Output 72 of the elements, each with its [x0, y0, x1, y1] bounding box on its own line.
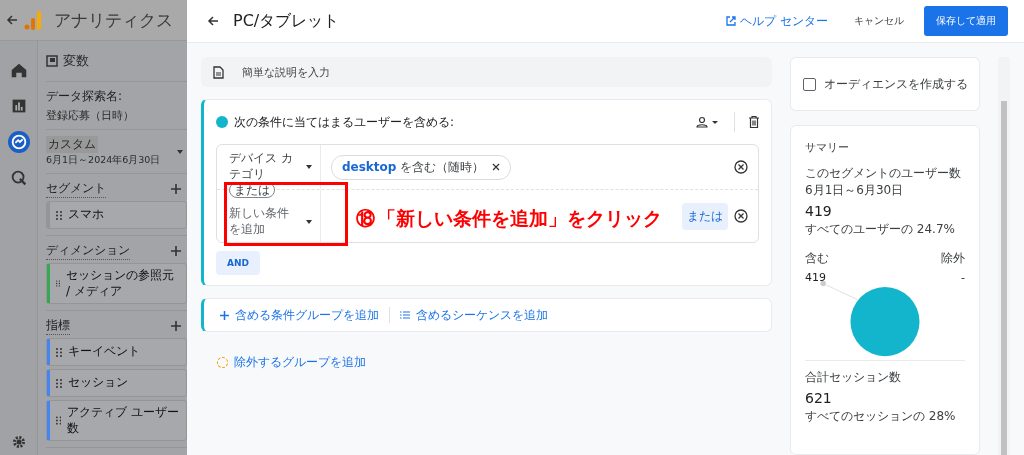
or-button[interactable]: または — [682, 202, 728, 230]
exploration-name: 登録応募（日時） — [46, 108, 135, 123]
variable-chip[interactable]: セッション — [46, 369, 187, 398]
variable-chip[interactable]: セッションの参照元 / メディア — [46, 263, 187, 305]
group-heading: 次の条件に当てはまるユーザーを含める: — [234, 113, 456, 131]
dimension-dropdown[interactable]: デバイス カテゴリ — [217, 151, 320, 183]
summary-title: サマリー — [805, 140, 850, 155]
date-range-value[interactable]: 6月1日～2024年6月30日 — [46, 154, 161, 167]
sessions-value: 621 — [805, 390, 833, 406]
bar-chart-logo-icon — [24, 10, 42, 30]
dialog-title: PC/タブレット — [233, 10, 341, 32]
date-range-label: カスタム — [46, 136, 98, 153]
scrollbar-thumb[interactable] — [1001, 101, 1007, 455]
remove-condition-icon[interactable] — [734, 160, 748, 174]
and-button[interactable]: AND — [216, 251, 260, 275]
list-icon — [400, 311, 410, 319]
variable-chip[interactable]: アクティブ ユーザー数 — [46, 400, 187, 442]
back-arrow-icon[interactable] — [207, 15, 219, 27]
external-link-icon — [726, 16, 737, 26]
annotation-text: 「新しい条件を追加」をクリック — [377, 206, 662, 231]
audience-checkbox[interactable] — [802, 77, 816, 91]
settings-icon[interactable] — [11, 435, 26, 449]
exploration-label: データ探索名: — [46, 88, 124, 105]
sessions-share: すべてのセッションの 28% — [805, 408, 957, 425]
include-value: 419 — [805, 271, 827, 284]
cancel-button[interactable]: キャンセル — [848, 13, 910, 29]
drag-handle-icon[interactable] — [56, 416, 62, 426]
help-center-link[interactable]: ヘルプ センター — [720, 11, 834, 31]
exclude-value: - — [961, 271, 965, 284]
users-share: すべてのユーザーの 24.7% — [805, 221, 956, 238]
drag-handle-icon[interactable] — [56, 378, 62, 388]
variable-chip[interactable]: スマホ — [46, 201, 187, 229]
users-label: このセグメントのユーザー数 — [805, 165, 962, 182]
dimension-dropdown[interactable]: 新しい条件を追加 — [217, 206, 320, 238]
caret-icon — [306, 220, 312, 224]
exclude-label: 除外 — [941, 250, 965, 267]
add-icon[interactable] — [171, 184, 181, 194]
add-condition-group-button[interactable]: 含める条件グループを追加 — [220, 306, 379, 324]
document-icon — [213, 65, 224, 79]
condition-chip[interactable]: desktop を含む（随時） — [331, 154, 512, 180]
plus-icon — [220, 310, 229, 320]
drag-handle-icon[interactable] — [56, 279, 61, 289]
drag-handle-icon[interactable] — [56, 210, 62, 220]
add-icon[interactable] — [171, 321, 181, 332]
close-icon[interactable] — [492, 163, 501, 171]
back-arrow-icon[interactable] — [6, 14, 18, 26]
users-value: 419 — [805, 203, 833, 219]
save-and-apply-button[interactable]: 保存して適用 — [924, 6, 1008, 36]
add-exclude-group-button[interactable]: 除外するグループを追加 — [201, 354, 366, 371]
variables-icon — [46, 55, 58, 67]
audience-label: オーディエンスを作成する — [823, 75, 968, 93]
section-heading: ディメンション — [46, 242, 130, 260]
drag-handle-icon[interactable] — [56, 347, 62, 357]
description-field[interactable]: 簡単な説明を入力 — [201, 57, 772, 87]
include-label: 含む — [805, 250, 829, 267]
nav-explore-icon[interactable] — [7, 131, 30, 153]
users-date-range: 6月1日～6月30日 — [805, 182, 905, 199]
remove-condition-icon[interactable] — [734, 209, 748, 223]
panel-title: 変数 — [63, 52, 89, 70]
section-heading: セグメント — [46, 180, 106, 198]
add-sequence-button[interactable]: 含めるシーケンスを追加 — [400, 306, 548, 324]
delete-icon[interactable] — [749, 116, 759, 128]
group-dot-icon — [216, 116, 228, 128]
variable-chip[interactable]: キーイベント — [46, 338, 187, 367]
section-heading: 指標 — [46, 317, 70, 336]
user-scope-dropdown-icon[interactable] — [696, 116, 720, 128]
dropdown-caret-icon[interactable] — [177, 149, 183, 154]
sessions-label: 合計セッション数 — [805, 369, 902, 386]
add-icon[interactable] — [171, 246, 181, 256]
caret-icon — [306, 165, 312, 169]
annotation-step-number: ⑱ — [356, 206, 375, 231]
app-title: アナリティクス — [54, 8, 173, 32]
